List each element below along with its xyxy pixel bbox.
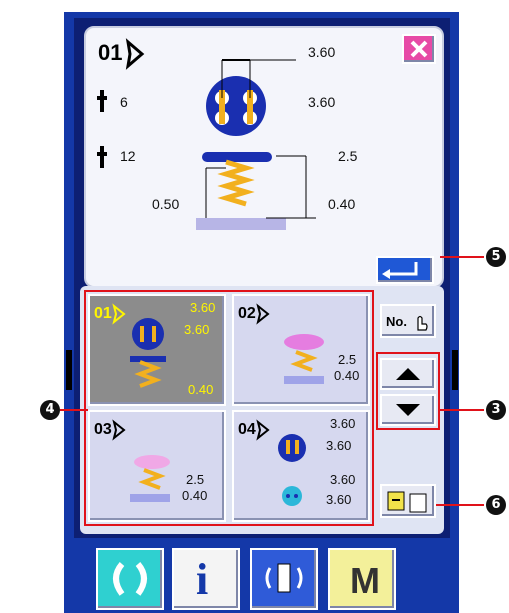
callout-leaders (60, 256, 484, 506)
callout-4: 4 (40, 400, 60, 420)
callout-5: 5 (486, 247, 506, 267)
callout-3: 3 (486, 400, 506, 420)
callout-6: 6 (486, 495, 506, 515)
